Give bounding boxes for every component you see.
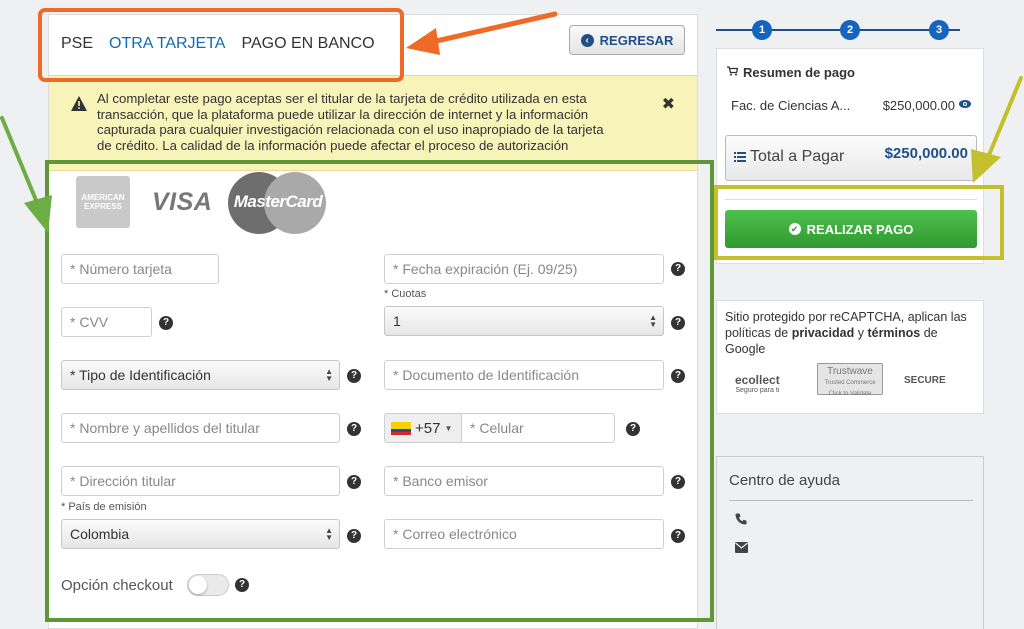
warning-icon [71,96,87,111]
list-icon [734,152,746,162]
secure-badge: SECURE [904,375,946,386]
green-arrow-annotation [0,116,52,233]
pay-button-highlight-box [714,185,1004,260]
step-2: 2 [840,20,860,40]
recaptcha-notice: Sitio protegido por reCAPTCHA, aplican l… [716,300,984,414]
help-center: Centro de ayuda [716,456,984,629]
phone-icon[interactable] [735,513,747,525]
trustwave-badge[interactable]: Trustwave Trusted Commerce Click to Valida… [817,363,883,397]
total-label: Total a Pagar [750,148,845,165]
summary-item-name: Fac. de Ciencias A... [731,98,851,113]
summary-title: Resumen de pago [743,65,855,80]
cart-icon [727,66,738,76]
ecollect-badge: ecollect Seguro para ti [735,373,780,394]
summary-item-amount: $250,000.00 [882,98,955,113]
close-icon[interactable]: ✖ [662,94,675,114]
recaptcha-text: Sitio protegido por reCAPTCHA, aplican l… [725,310,967,356]
arrow-left-icon: ‹ [580,33,594,47]
total-box: Total a Pagar $250,000.00 [725,135,977,181]
divider [729,500,973,501]
back-button-label: REGRESAR [599,32,674,48]
olive-arrow-annotation [971,76,1023,183]
tabs-highlight-box [38,8,404,82]
terms-notice: Al completar este pago aceptas ser el ti… [49,75,697,171]
back-button[interactable]: ‹ REGRESAR [569,25,685,55]
notice-text: Al completar este pago aceptas ser el ti… [97,91,604,153]
envelope-icon[interactable] [735,542,748,553]
form-highlight-box [45,160,714,622]
help-title: Centro de ayuda [729,472,840,489]
progress-steps: 1 2 3 [716,20,960,40]
terms-link[interactable]: términos [867,326,920,340]
orange-arrow-annotation [406,11,558,55]
privacy-link[interactable]: privacidad [792,326,855,340]
step-3: 3 [929,20,949,40]
step-1: 1 [752,20,772,40]
summary-item-row: Fac. de Ciencias A... $250,000.00 [731,98,971,113]
